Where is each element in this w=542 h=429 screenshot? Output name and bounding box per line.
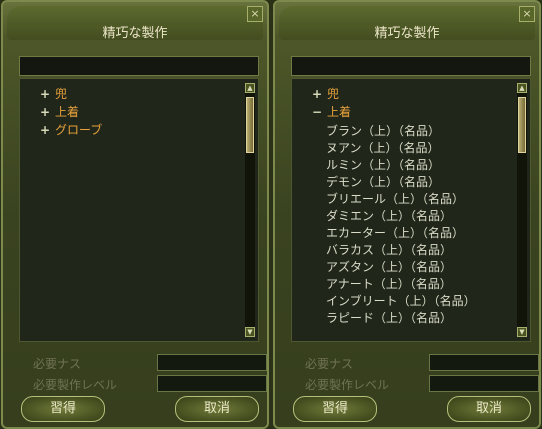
category-label: 兜 bbox=[327, 87, 340, 101]
recipe-item[interactable]: ヌアン（上）（名品） bbox=[326, 139, 440, 155]
search-bar[interactable] bbox=[19, 56, 259, 76]
plus-icon[interactable]: + bbox=[312, 87, 322, 101]
arrow-down-icon[interactable]: ▼ bbox=[517, 327, 527, 337]
close-button[interactable]: × bbox=[519, 6, 535, 22]
required-nas-value bbox=[157, 354, 267, 371]
plus-icon[interactable]: + bbox=[40, 105, 50, 119]
crafting-window-left: 精巧な製作 × + 兜 + 上着 + グローブ ▲ ▼ 必要ナス 必要製作レベル 習得… bbox=[1, 0, 269, 429]
scroll-thumb[interactable] bbox=[518, 97, 526, 153]
arrow-down-icon[interactable]: ▼ bbox=[245, 327, 255, 337]
minus-icon[interactable]: − bbox=[312, 105, 322, 119]
required-craft-level-value bbox=[157, 375, 267, 392]
recipe-item[interactable]: ブラン（上）（名品） bbox=[326, 122, 440, 138]
required-nas-label: 必要ナス bbox=[33, 357, 82, 371]
recipe-item[interactable]: アズタン（上）（名品） bbox=[326, 258, 452, 274]
tree-category-helmet[interactable]: + 兜 bbox=[312, 85, 339, 101]
recipe-item[interactable]: ルミン（上）（名品） bbox=[326, 156, 440, 172]
tree-category-top[interactable]: − 上着 bbox=[312, 103, 351, 119]
recipe-item[interactable]: デモン（上）（名品） bbox=[326, 173, 440, 189]
tree-category-top[interactable]: + 上着 bbox=[40, 103, 79, 119]
recipe-item[interactable]: ダミエン（上）（名品） bbox=[326, 207, 452, 223]
category-label: 上着 bbox=[55, 105, 80, 119]
recipe-item[interactable]: ブリエール（上）（名品） bbox=[326, 190, 464, 206]
category-label: 上着 bbox=[327, 105, 352, 119]
recipe-item[interactable]: アナート（上）（名品） bbox=[326, 275, 452, 291]
required-craft-level-label: 必要製作レベル bbox=[305, 378, 390, 392]
tree-category-helmet[interactable]: + 兜 bbox=[40, 85, 67, 101]
arrow-up-icon[interactable]: ▲ bbox=[245, 83, 255, 93]
recipe-item[interactable]: インブリート（上）（名品） bbox=[326, 292, 476, 308]
required-nas-value bbox=[429, 354, 539, 371]
recipe-tree-list: + 兜 + 上着 + グローブ ▲ ▼ bbox=[19, 78, 259, 342]
plus-icon[interactable]: + bbox=[40, 123, 50, 137]
tree-category-glove[interactable]: + グローブ bbox=[40, 121, 102, 137]
required-craft-level-label: 必要製作レベル bbox=[33, 378, 118, 392]
scrollbar[interactable]: ▲ ▼ bbox=[245, 83, 255, 337]
search-bar[interactable] bbox=[291, 56, 531, 76]
arrow-up-icon[interactable]: ▲ bbox=[517, 83, 527, 93]
scroll-thumb[interactable] bbox=[246, 97, 254, 153]
cancel-button[interactable]: 取消 bbox=[175, 396, 259, 422]
recipe-tree-list: + 兜 − 上着 ブラン（上）（名品） ヌアン（上）（名品） ルミン（上）（名品） … bbox=[291, 78, 531, 342]
plus-icon[interactable]: + bbox=[40, 87, 50, 101]
category-label: グローブ bbox=[55, 123, 103, 137]
scrollbar[interactable]: ▲ ▼ bbox=[517, 83, 527, 337]
window-title: 精巧な製作 bbox=[374, 26, 440, 41]
recipe-item[interactable]: バラカス（上）（名品） bbox=[326, 241, 452, 257]
required-craft-level-value bbox=[429, 375, 539, 392]
cancel-button[interactable]: 取消 bbox=[447, 396, 531, 422]
close-button[interactable]: × bbox=[247, 6, 263, 22]
learn-button[interactable]: 習得 bbox=[293, 396, 377, 422]
window-title: 精巧な製作 bbox=[102, 26, 168, 41]
required-nas-label: 必要ナス bbox=[305, 357, 354, 371]
crafting-window-right: 精巧な製作 × + 兜 − 上着 ブラン（上）（名品） ヌアン（上）（名品） ルミン… bbox=[273, 0, 541, 429]
category-label: 兜 bbox=[55, 87, 68, 101]
recipe-item[interactable]: ラピード（上）（名品） bbox=[326, 309, 452, 325]
recipe-item[interactable]: エカーター（上）（名品） bbox=[326, 224, 464, 240]
learn-button[interactable]: 習得 bbox=[21, 396, 105, 422]
